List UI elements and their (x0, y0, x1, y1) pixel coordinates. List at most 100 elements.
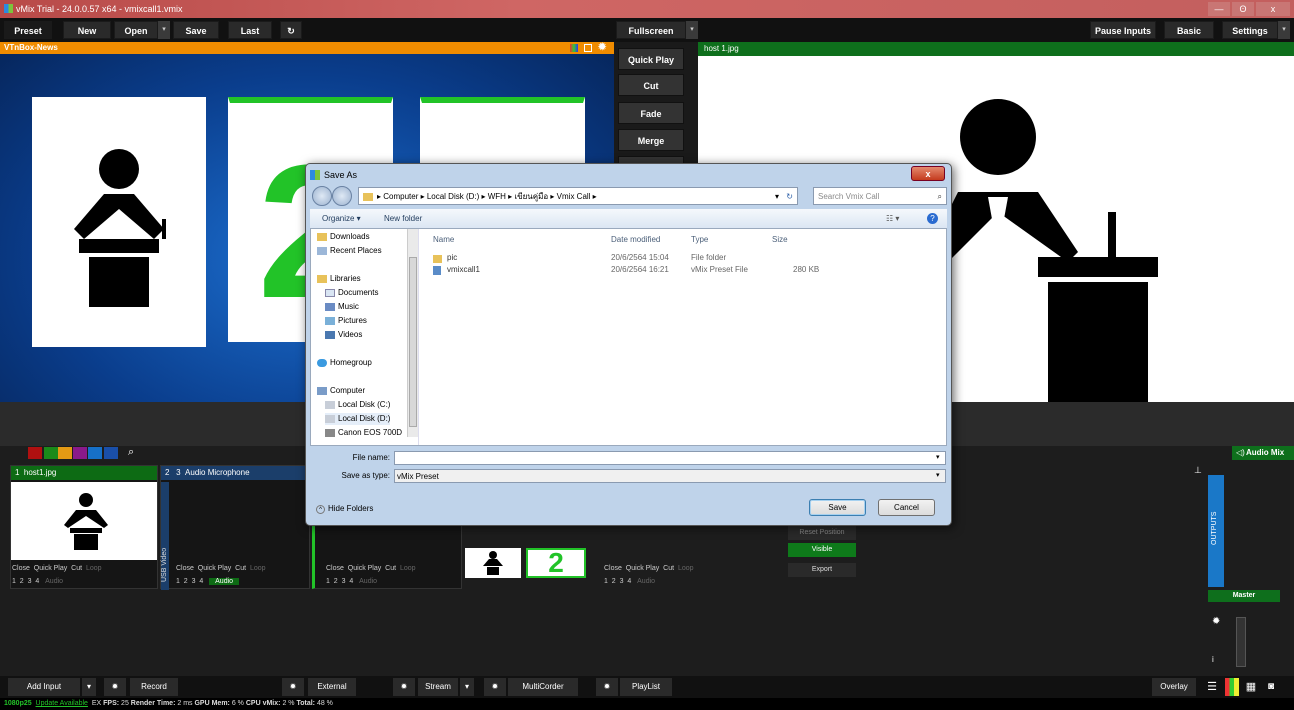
overlay-4-button[interactable]: 4 (627, 578, 631, 585)
overlay-4-button[interactable]: 4 (199, 578, 203, 585)
close-button[interactable]: Close (326, 565, 344, 572)
pin-icon[interactable]: ⊥ (1194, 465, 1202, 476)
loop-button[interactable]: Loop (86, 565, 102, 572)
basic-button[interactable]: Basic (1164, 21, 1214, 39)
external-gear-icon[interactable]: ✹ (282, 678, 304, 696)
record-gear-icon[interactable]: ✹ (104, 678, 126, 696)
close-button[interactable]: Close (12, 565, 30, 572)
nav-item-local-disk-c[interactable]: Local Disk (C:) (325, 399, 390, 411)
new-folder-button[interactable]: New folder (384, 209, 422, 228)
address-dropdown-icon[interactable]: ▾ (775, 188, 779, 205)
overlay-1-button[interactable]: 1 (12, 578, 16, 585)
search-icon[interactable]: ⌕ (128, 446, 134, 459)
color-filter-purple[interactable] (73, 447, 87, 459)
overlay-1-button[interactable]: 1 (604, 578, 608, 585)
color-filter-blue[interactable] (88, 447, 102, 459)
multicorder-button[interactable]: MultiCorder (508, 678, 578, 696)
cut-button[interactable]: Cut (235, 565, 246, 572)
nav-scrollbar[interactable] (407, 229, 418, 437)
visible-button[interactable]: Visible (788, 543, 856, 557)
overlay-2-button[interactable]: 2 (612, 578, 616, 585)
grid-view-icon[interactable]: ▦ (1244, 678, 1258, 696)
nav-item-computer[interactable]: Computer (317, 385, 365, 397)
gear-icon[interactable]: ✹ (598, 42, 606, 54)
hide-folders-button[interactable]: ^ Hide Folders (316, 504, 373, 514)
color-filter-green[interactable] (44, 447, 58, 459)
nav-item-videos[interactable]: Videos (325, 329, 362, 341)
organize-menu[interactable]: Organize ▾ (322, 209, 361, 228)
playlist-button[interactable]: PlayList (620, 678, 672, 696)
overlay-2-button[interactable]: 2 (334, 578, 338, 585)
nav-scrollbar-thumb[interactable] (409, 257, 417, 427)
cut-button[interactable]: Cut (71, 565, 82, 572)
audio-button[interactable]: Audio (209, 578, 240, 585)
pause-inputs-button[interactable]: Pause Inputs (1090, 21, 1156, 39)
nav-item-canon-camera[interactable]: Canon EOS 700D (325, 427, 402, 439)
overlay-1-button[interactable]: 1 (326, 578, 330, 585)
column-type[interactable]: Type (691, 235, 708, 244)
close-button[interactable]: Close (604, 565, 622, 572)
stream-dropdown[interactable]: ▾ (460, 678, 474, 696)
quick-play-button[interactable]: Quick Play (626, 565, 659, 572)
levels-icon[interactable] (1225, 678, 1239, 696)
nav-item-libraries[interactable]: Libraries (317, 273, 361, 285)
fullscreen-dropdown-button[interactable]: ▾ (686, 21, 698, 39)
settings-dropdown-button[interactable]: ▾ (1278, 21, 1290, 39)
snapshot-icon[interactable] (584, 44, 592, 52)
update-available-link[interactable]: Update Available (36, 700, 88, 707)
file-name-dropdown-icon[interactable]: ▾ (936, 453, 940, 461)
open-button[interactable]: Open (114, 21, 158, 39)
master-fader[interactable] (1236, 617, 1246, 667)
maximize-button[interactable]: ʘ (1232, 2, 1254, 16)
color-filter-orange[interactable] (58, 447, 72, 459)
quick-play-button[interactable]: Quick Play (34, 565, 67, 572)
refresh-icon[interactable]: ↻ (786, 188, 793, 205)
settings-button[interactable]: Settings (1222, 21, 1278, 39)
overlay-3-button[interactable]: 3 (192, 578, 196, 585)
add-input-button[interactable]: Add Input (8, 678, 80, 696)
dialog-save-button[interactable]: Save (809, 499, 866, 516)
column-size[interactable]: Size (772, 235, 788, 244)
playlist-gear-icon[interactable]: ✹ (596, 678, 618, 696)
mini-speaker-thumbnail[interactable] (465, 548, 521, 578)
external-button[interactable]: External (308, 678, 356, 696)
fade-button[interactable]: Fade (618, 102, 684, 124)
file-name-input[interactable] (394, 451, 946, 465)
help-icon[interactable]: ? (927, 213, 938, 224)
overlay-2-button[interactable]: 2 (184, 578, 188, 585)
minimize-button[interactable]: — (1208, 2, 1230, 16)
nav-item-local-disk-d[interactable]: Local Disk (D:) (325, 413, 391, 425)
file-row[interactable]: vmixcall1 20/6/2564 16:21 vMix Preset Fi… (433, 265, 933, 277)
outputs-tab[interactable]: OUTPUTS (1208, 475, 1224, 587)
cut-button[interactable]: Cut (663, 565, 674, 572)
record-button[interactable]: Record (130, 678, 178, 696)
nav-item-homegroup[interactable]: Homegroup (317, 357, 372, 369)
open-dropdown-button[interactable]: ▾ (158, 21, 170, 39)
overlay-1-button[interactable]: 1 (176, 578, 180, 585)
back-button[interactable] (312, 186, 332, 206)
add-input-dropdown[interactable]: ▾ (82, 678, 96, 696)
audio-button[interactable]: Audio (45, 578, 63, 585)
quick-play-button[interactable]: Quick Play (198, 565, 231, 572)
dialog-close-button[interactable]: x (911, 166, 945, 181)
gear-icon[interactable]: ✹ (1212, 616, 1220, 627)
color-filter-navy[interactable] (104, 447, 118, 459)
fullscreen-button[interactable]: Fullscreen (616, 21, 686, 39)
overlay-3-button[interactable]: 3 (620, 578, 624, 585)
column-date-modified[interactable]: Date modified (611, 235, 660, 244)
close-button[interactable]: Close (176, 565, 194, 572)
overlay-4-button[interactable]: 4 (35, 578, 39, 585)
last-button[interactable]: Last (228, 21, 272, 39)
cut-button[interactable]: Cut (618, 74, 684, 96)
loop-button[interactable]: Loop (250, 565, 266, 572)
stream-gear-icon[interactable]: ✹ (393, 678, 415, 696)
overlay-3-button[interactable]: 3 (342, 578, 346, 585)
color-filter-red[interactable] (28, 447, 42, 459)
info-icon[interactable]: i (1212, 655, 1214, 664)
nav-item-music[interactable]: Music (325, 301, 359, 313)
quick-play-button[interactable]: Quick Play (348, 565, 381, 572)
preset-button[interactable]: Preset (4, 21, 52, 39)
overlay-4-button[interactable]: 4 (349, 578, 353, 585)
nav-item-documents[interactable]: Documents (325, 287, 378, 299)
overlay-button[interactable]: Overlay (1152, 678, 1196, 696)
